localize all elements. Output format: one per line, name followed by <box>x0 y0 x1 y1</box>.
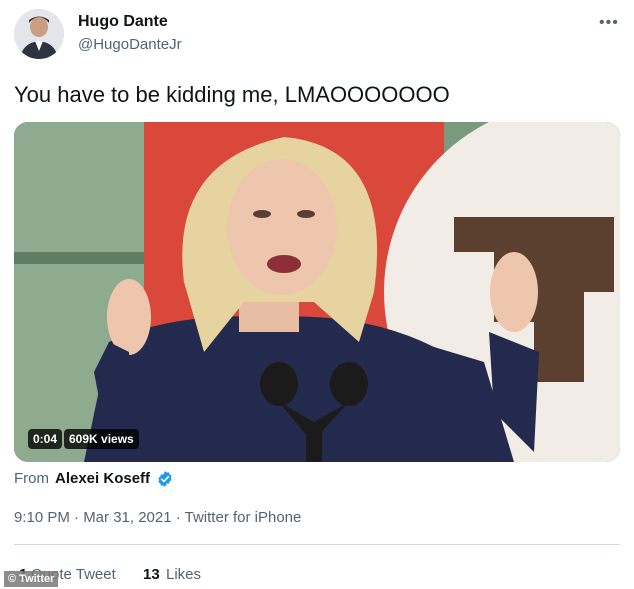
video-duration-badge: 0:04 <box>28 429 63 449</box>
verified-badge-icon <box>158 471 172 487</box>
video-views-badge: 609K views <box>64 429 139 449</box>
author-handle[interactable]: @HugoDanteJr <box>78 36 182 53</box>
video-player[interactable] <box>14 122 620 462</box>
divider <box>14 544 620 545</box>
likes-count: 13 <box>143 566 160 583</box>
author-name[interactable]: Hugo Dante <box>78 13 168 31</box>
tweet-text: You have to be kidding me, LMAOOOOOOO <box>14 82 450 107</box>
attribution-name[interactable]: Alexei Koseff <box>55 470 150 487</box>
more-horizontal-icon[interactable]: ••• <box>599 14 619 32</box>
likes-label[interactable]: Likes <box>166 566 201 583</box>
video-thumbnail <box>14 122 620 462</box>
from-label: From <box>14 470 49 487</box>
avatar-photo <box>14 9 64 59</box>
twitter-watermark: © Twitter <box>4 571 59 587</box>
tweet-meta[interactable]: 9:10 PM · Mar 31, 2021 · Twitter for iPh… <box>14 509 301 526</box>
avatar[interactable] <box>14 9 64 59</box>
